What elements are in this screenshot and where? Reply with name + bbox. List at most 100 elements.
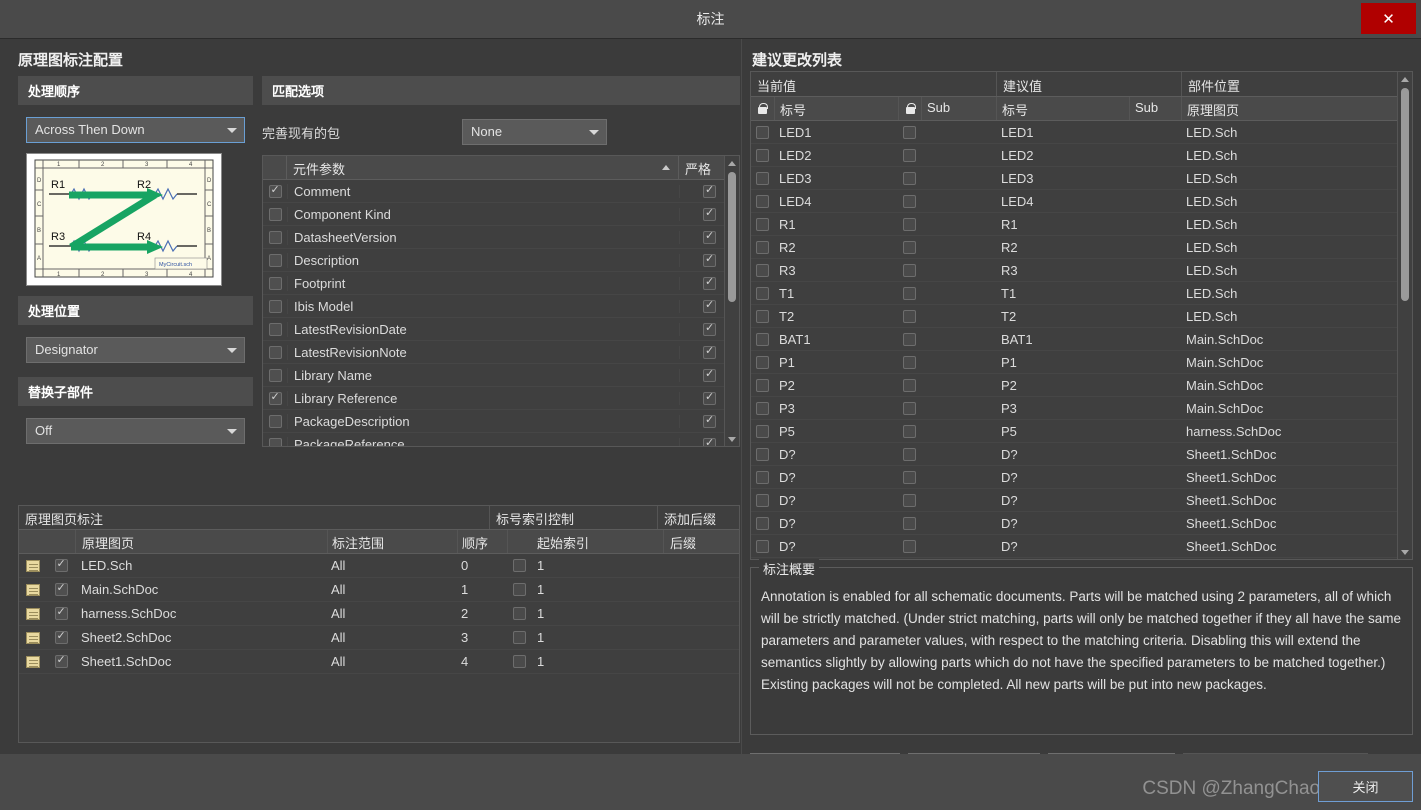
sub-lock-cell[interactable]	[898, 241, 921, 254]
sub-lock-cell[interactable]	[898, 149, 921, 162]
current-lock-cell[interactable]	[751, 425, 774, 438]
strict-checkbox[interactable]	[703, 231, 716, 244]
param-enable-cell[interactable]	[263, 323, 287, 336]
lock-checkbox[interactable]	[756, 494, 769, 507]
col-sheet-label[interactable]: 原理图页	[75, 530, 327, 553]
sub-lock-cell[interactable]	[898, 448, 921, 461]
table-row[interactable]: P1P1Main.SchDoc	[751, 351, 1412, 374]
sub-lock-cell[interactable]	[898, 264, 921, 277]
strict-checkbox[interactable]	[703, 277, 716, 290]
strict-checkbox[interactable]	[703, 438, 716, 448]
sub-lock-cell[interactable]	[898, 517, 921, 530]
param-enable-cell[interactable]	[263, 346, 287, 359]
param-checkbox[interactable]	[269, 185, 282, 198]
param-enable-cell[interactable]	[263, 208, 287, 221]
sub-lock-cell[interactable]	[898, 402, 921, 415]
table-row[interactable]: P2P2Main.SchDoc	[751, 374, 1412, 397]
strict-checkbox[interactable]	[703, 254, 716, 267]
sheet-lock-cell[interactable]	[507, 607, 531, 620]
sheet-enable-cell[interactable]	[47, 559, 75, 572]
table-row[interactable]: Ibis Model	[263, 295, 739, 318]
table-row[interactable]: Description	[263, 249, 739, 272]
lock-checkbox[interactable]	[903, 379, 916, 392]
lock-checkbox[interactable]	[756, 448, 769, 461]
col-proposed-sub[interactable]: Sub	[1129, 97, 1181, 120]
param-checkbox[interactable]	[269, 415, 282, 428]
table-row[interactable]: LED1LED1LED.Sch	[751, 121, 1412, 144]
sub-lock-cell[interactable]	[898, 379, 921, 392]
subpart-dropdown[interactable]: Off	[26, 418, 245, 444]
lock-checkbox[interactable]	[903, 402, 916, 415]
existing-packages-dropdown[interactable]: None	[462, 119, 607, 145]
param-checkbox[interactable]	[269, 277, 282, 290]
sheet-lock-cell[interactable]	[507, 631, 531, 644]
sub-lock-cell[interactable]	[898, 540, 921, 553]
lock-checkbox[interactable]	[903, 172, 916, 185]
param-name-col-header[interactable]: 元件参数	[287, 156, 679, 179]
lock-checkbox[interactable]	[756, 471, 769, 484]
table-row[interactable]: P3P3Main.SchDoc	[751, 397, 1412, 420]
close-icon[interactable]: ✕	[1361, 3, 1416, 34]
param-checkbox[interactable]	[269, 392, 282, 405]
current-lock-cell[interactable]	[751, 287, 774, 300]
current-lock-cell[interactable]	[751, 494, 774, 507]
col-start-index-label[interactable]: 起始索引	[531, 530, 663, 553]
lock-checkbox[interactable]	[513, 655, 526, 668]
col-scope-label[interactable]: 标注范围	[327, 530, 457, 553]
sheet-lock-cell[interactable]	[507, 583, 531, 596]
current-lock-cell[interactable]	[751, 379, 774, 392]
current-lock-cell[interactable]	[751, 448, 774, 461]
table-row[interactable]: Library Reference	[263, 387, 739, 410]
strict-checkbox[interactable]	[703, 346, 716, 359]
table-row[interactable]: LatestRevisionDate	[263, 318, 739, 341]
lock-checkbox[interactable]	[756, 540, 769, 553]
lock-checkbox[interactable]	[756, 402, 769, 415]
table-row[interactable]: BAT1BAT1Main.SchDoc	[751, 328, 1412, 351]
table-row[interactable]: PackageReference	[263, 433, 739, 447]
lock-checkbox[interactable]	[513, 559, 526, 572]
sheet-checkbox[interactable]	[55, 631, 68, 644]
strict-checkbox[interactable]	[703, 185, 716, 198]
param-checkbox[interactable]	[269, 208, 282, 221]
sheet-checkbox[interactable]	[55, 559, 68, 572]
lock-checkbox[interactable]	[756, 310, 769, 323]
param-checkbox[interactable]	[269, 369, 282, 382]
table-row[interactable]: D?D?Sheet1.SchDoc	[751, 535, 1412, 558]
scrollbar-thumb[interactable]	[728, 172, 736, 302]
sub-lock-cell[interactable]	[898, 218, 921, 231]
current-lock-cell[interactable]	[751, 402, 774, 415]
table-row[interactable]: Main.SchDocAll11	[19, 578, 739, 602]
current-lock-cell[interactable]	[751, 126, 774, 139]
order-dropdown[interactable]: Across Then Down	[26, 117, 245, 143]
sub-lock-cell[interactable]	[898, 471, 921, 484]
current-lock-cell[interactable]	[751, 540, 774, 553]
table-row[interactable]: D?D?Sheet1.SchDoc	[751, 443, 1412, 466]
table-row[interactable]: D?D?Sheet1.SchDoc	[751, 512, 1412, 535]
lock-checkbox[interactable]	[903, 310, 916, 323]
lock-checkbox[interactable]	[903, 218, 916, 231]
lock-checkbox[interactable]	[513, 583, 526, 596]
strict-checkbox[interactable]	[703, 323, 716, 336]
current-lock-cell[interactable]	[751, 195, 774, 208]
lock-checkbox[interactable]	[903, 126, 916, 139]
changes-table-scrollbar[interactable]	[1397, 72, 1412, 559]
sheet-enable-cell[interactable]	[47, 607, 75, 620]
lock-checkbox[interactable]	[903, 517, 916, 530]
current-lock-cell[interactable]	[751, 333, 774, 346]
lock-checkbox[interactable]	[903, 333, 916, 346]
table-row[interactable]: T1T1LED.Sch	[751, 282, 1412, 305]
sheet-checkbox[interactable]	[55, 583, 68, 596]
param-checkbox[interactable]	[269, 254, 282, 267]
strict-checkbox[interactable]	[703, 415, 716, 428]
table-row[interactable]: PackageDescription	[263, 410, 739, 433]
lock-checkbox[interactable]	[513, 607, 526, 620]
lock-checkbox[interactable]	[756, 172, 769, 185]
current-lock-cell[interactable]	[751, 517, 774, 530]
scroll-down-icon[interactable]	[725, 432, 739, 446]
param-checkbox[interactable]	[269, 323, 282, 336]
sub-lock-cell[interactable]	[898, 494, 921, 507]
param-enable-cell[interactable]	[263, 392, 287, 405]
table-row[interactable]: Footprint	[263, 272, 739, 295]
sub-lock-cell[interactable]	[898, 172, 921, 185]
lock-checkbox[interactable]	[903, 149, 916, 162]
